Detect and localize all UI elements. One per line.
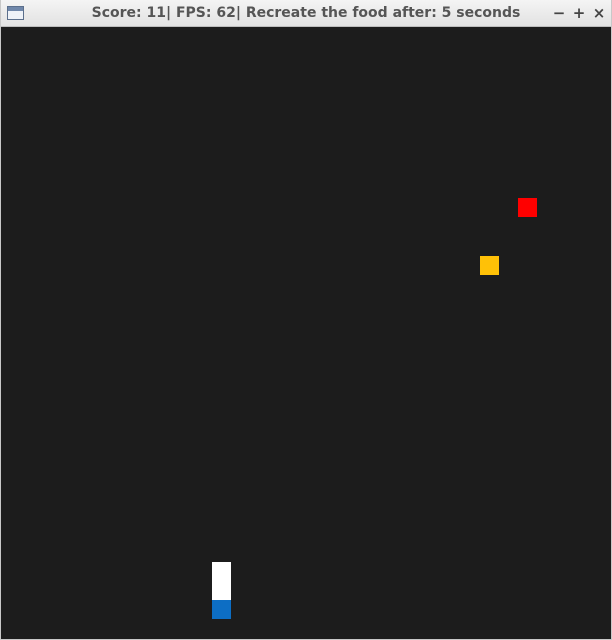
game-window: Score: 11| FPS: 62| Recreate the food af… xyxy=(0,0,612,640)
snake-body xyxy=(212,562,231,600)
window-title: Score: 11| FPS: 62| Recreate the food af… xyxy=(91,5,521,21)
maximize-icon[interactable]: + xyxy=(569,0,589,26)
food-item-yellow xyxy=(480,256,499,275)
minimize-icon[interactable]: − xyxy=(549,0,569,26)
title-bar[interactable]: Score: 11| FPS: 62| Recreate the food af… xyxy=(1,0,611,27)
close-icon[interactable]: × xyxy=(589,0,609,26)
game-canvas[interactable] xyxy=(1,27,611,639)
food-item-red xyxy=(518,198,537,217)
snake-head xyxy=(212,600,231,619)
